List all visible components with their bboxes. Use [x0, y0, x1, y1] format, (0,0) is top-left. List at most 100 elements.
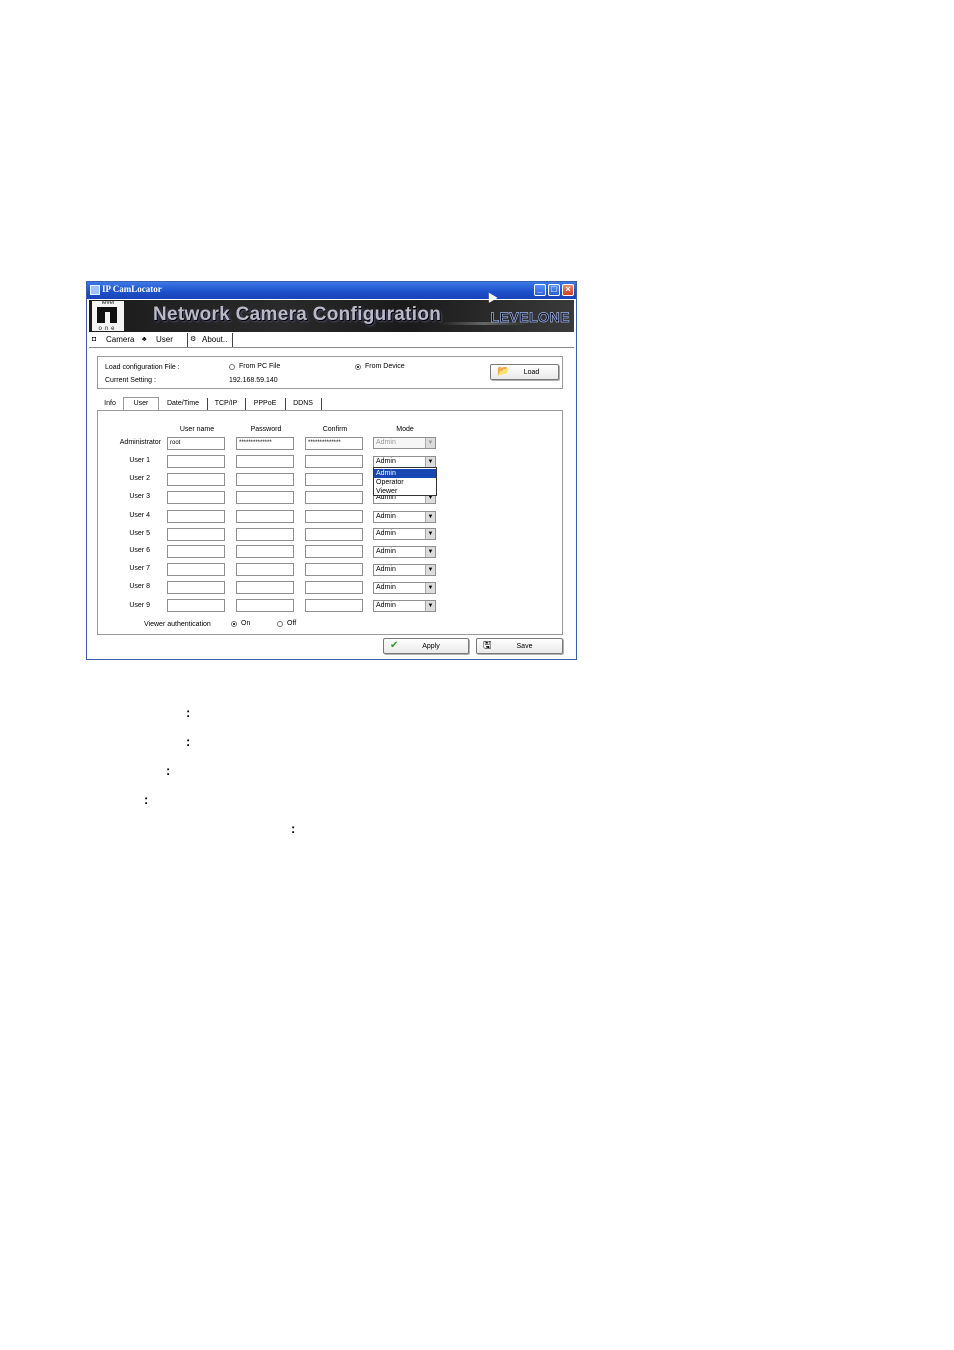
username-field[interactable] [167, 581, 225, 594]
radio-viewer-auth-on[interactable] [231, 621, 237, 627]
username-field[interactable] [167, 545, 225, 558]
password-field[interactable]: ************** [236, 437, 294, 450]
password-field[interactable] [236, 581, 294, 594]
mode-select[interactable]: Admin ▼ [373, 600, 436, 612]
column-password: Password [250, 426, 282, 433]
row-label-user-9: User 9 [129, 602, 150, 609]
logo-text-bottom: one [98, 326, 118, 332]
password-field[interactable] [236, 491, 294, 504]
header-banner: level one Network Camera Configuration L… [89, 300, 574, 332]
tab-user-settings[interactable]: User [123, 397, 159, 411]
chevron-down-icon[interactable]: ▼ [425, 565, 435, 575]
apply-button[interactable]: ✔ Apply [383, 638, 469, 654]
save-button[interactable]: 🖫 Save [476, 638, 563, 654]
doc-colon: : [186, 734, 191, 749]
mode-dropdown-list[interactable]: Admin Operator Viewer [373, 467, 437, 496]
password-field[interactable] [236, 510, 294, 523]
chevron-down-icon[interactable]: ▼ [425, 583, 435, 593]
doc-colon: : [166, 763, 171, 778]
maximize-icon[interactable]: □ [548, 284, 560, 296]
doc-colon: : [291, 821, 296, 836]
dropdown-option-operator[interactable]: Operator [374, 478, 436, 487]
username-field[interactable] [167, 599, 225, 612]
row-label-user-4: User 4 [129, 512, 150, 519]
username-field[interactable] [167, 510, 225, 523]
confirm-field[interactable] [305, 473, 363, 486]
username-field[interactable] [167, 528, 225, 541]
users-icon: ♣ [142, 336, 147, 343]
tab-about[interactable]: ⚙ About.. [187, 333, 233, 347]
confirm-field[interactable] [305, 563, 363, 576]
confirm-field[interactable] [305, 528, 363, 541]
dropdown-option-viewer[interactable]: Viewer [374, 487, 436, 496]
chevron-down-icon[interactable]: ▼ [425, 529, 435, 539]
chevron-down-icon[interactable]: ▼ [425, 547, 435, 557]
tab-ddns[interactable]: DDNS [285, 398, 322, 410]
username-field[interactable] [167, 455, 225, 468]
app-icon [90, 285, 100, 295]
username-field[interactable]: root [167, 437, 225, 450]
viewer-auth-on-label: On [241, 620, 251, 627]
password-field[interactable] [236, 455, 294, 468]
app-window: IP CamLocator _ □ × level one Network Ca… [86, 281, 577, 660]
row-label-user-7: User 7 [129, 565, 150, 572]
mode-select[interactable]: Admin ▼ [373, 546, 436, 558]
password-field[interactable] [236, 545, 294, 558]
camera-icon: ◘ [92, 336, 97, 343]
current-setting-label: Current Setting : [105, 377, 156, 384]
from-pc-file-label: From PC File [239, 363, 281, 370]
load-button[interactable]: 📂 Load [490, 364, 559, 380]
confirm-field[interactable] [305, 599, 363, 612]
mode-select[interactable]: Admin ▼ [373, 528, 436, 540]
confirm-field[interactable] [305, 455, 363, 468]
chevron-down-icon[interactable]: ▼ [425, 601, 435, 611]
current-setting-value: 192.168.59.140 [229, 377, 278, 384]
radio-viewer-auth-off[interactable] [277, 621, 283, 627]
row-label-user-3: User 3 [129, 493, 150, 500]
mode-select[interactable]: Admin ▼ [373, 582, 436, 594]
username-field[interactable] [167, 491, 225, 504]
confirm-field[interactable] [305, 510, 363, 523]
radio-from-pc-file[interactable] [229, 364, 235, 370]
tab-info[interactable]: Info [97, 398, 123, 410]
column-mode: Mode [396, 426, 414, 433]
column-confirm: Confirm [322, 426, 348, 433]
password-field[interactable] [236, 599, 294, 612]
password-field[interactable] [236, 473, 294, 486]
viewer-auth-off-label: Off [287, 620, 297, 627]
row-label-user-8: User 8 [129, 583, 150, 590]
title-bar[interactable]: IP CamLocator _ □ × [87, 282, 576, 299]
password-field[interactable] [236, 563, 294, 576]
radio-from-device[interactable] [355, 364, 361, 370]
close-icon[interactable]: × [562, 284, 574, 296]
minimize-icon[interactable]: _ [534, 284, 546, 296]
doc-colon: : [144, 792, 149, 807]
main-tab-bar: ◘ Camera ♣ User ⚙ About.. [89, 333, 574, 348]
dropdown-option-admin[interactable]: Admin [374, 469, 436, 478]
column-username: User name [179, 426, 215, 433]
tab-user[interactable]: ♣ User [142, 333, 182, 347]
settings-tab-bar: Info User Date/Time TCP/IP PPPoE DDNS [97, 397, 563, 411]
username-field[interactable] [167, 473, 225, 486]
tab-date-time[interactable]: Date/Time [159, 398, 208, 410]
chevron-down-icon[interactable]: ▼ [425, 512, 435, 522]
brand-logo-text: LEVELONE [490, 309, 570, 326]
confirm-field[interactable] [305, 581, 363, 594]
tab-camera[interactable]: ◘ Camera [92, 333, 138, 347]
doc-colon: : [186, 705, 191, 720]
confirm-field[interactable] [305, 491, 363, 504]
mode-select[interactable]: Admin ▼ [373, 511, 436, 523]
row-label-administrator: Administrator [119, 439, 161, 446]
tab-tcp-ip[interactable]: TCP/IP [207, 398, 246, 410]
chevron-down-icon[interactable]: ▼ [425, 457, 435, 467]
tab-pppoe[interactable]: PPPoE [245, 398, 286, 410]
row-label-user-6: User 6 [129, 547, 150, 554]
username-field[interactable] [167, 563, 225, 576]
mode-select: Admin ▼ [373, 437, 436, 449]
password-field[interactable] [236, 528, 294, 541]
confirm-field[interactable] [305, 545, 363, 558]
mode-select[interactable]: Admin ▼ [373, 564, 436, 576]
info-icon: ⚙ [190, 336, 197, 343]
confirm-field[interactable]: ************** [305, 437, 363, 450]
row-label-user-5: User 5 [129, 530, 150, 537]
